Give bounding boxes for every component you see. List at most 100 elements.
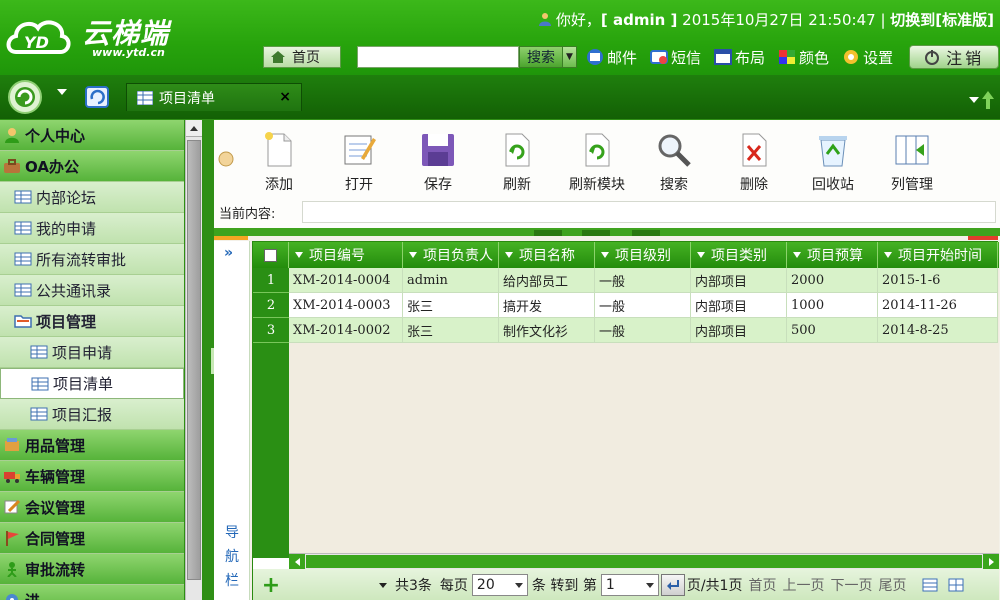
column-header-1[interactable]: 项目负责人	[403, 242, 499, 268]
sort-menu-icon[interactable]	[697, 252, 705, 258]
add-label: 添加	[265, 177, 293, 193]
color-menu-item[interactable]: 颜色	[777, 47, 829, 68]
layout-menu-item[interactable]: 布局	[713, 47, 765, 68]
sidebar-item-8[interactable]: 项目清单	[0, 368, 184, 399]
scroll-thumb[interactable]	[187, 140, 201, 580]
switch-version-link[interactable]: 切换到[标准版]	[890, 11, 994, 29]
box-icon	[3, 437, 21, 453]
refresh-page-icon[interactable]	[84, 85, 110, 109]
column-header-2[interactable]: 项目名称	[499, 242, 595, 268]
toggle-grip[interactable]	[632, 230, 660, 236]
sidebar-item-10[interactable]: 用品管理	[0, 430, 184, 461]
collapse-grip[interactable]	[534, 230, 562, 236]
sort-menu-icon[interactable]	[884, 252, 892, 258]
horizontal-scrollbar[interactable]	[289, 553, 999, 570]
sidebar-item-0[interactable]: 个人中心	[0, 120, 184, 151]
open-button[interactable]: 打开	[324, 132, 394, 194]
scroll-left-button[interactable]	[289, 554, 305, 570]
row-number: 3	[253, 318, 289, 343]
refresh-module-button[interactable]: 刷新模块	[562, 132, 632, 194]
first-page-link[interactable]: 首页	[748, 575, 776, 595]
sidebar-item-label: OA办公	[25, 157, 79, 176]
globe-dropdown-arrow[interactable]	[57, 89, 67, 95]
table-cell: 内部项目	[691, 268, 787, 293]
column-header-5[interactable]: 项目预算	[787, 242, 878, 268]
sidebar-item-3[interactable]: 我的申请	[0, 213, 184, 244]
expand-nav-button[interactable]: »	[224, 245, 233, 261]
sidebar-item-14[interactable]: 审批流转	[0, 554, 184, 585]
sidebar-item-label: 我的申请	[36, 219, 97, 238]
home-button[interactable]: 首页	[263, 46, 341, 68]
floppy-disk-icon	[422, 134, 454, 166]
table-cell: admin	[403, 268, 499, 293]
grid-view-icon[interactable]	[948, 578, 964, 592]
sidebar-item-7[interactable]: 项目申请	[0, 337, 184, 368]
logout-button[interactable]: 注销	[909, 45, 1000, 69]
current-content-field[interactable]	[302, 201, 996, 223]
sidebar-item-4[interactable]: 所有流转审批	[0, 244, 184, 275]
select-all-cell[interactable]	[253, 242, 289, 268]
sidebar-item-2[interactable]: 内部论坛	[0, 182, 184, 213]
sidebar-item-label: 公共通讯录	[36, 281, 112, 300]
table-row[interactable]: 1 XM-2014-0004 admin 给内部员工 一般 内部项目 2000 2015-1-…	[253, 268, 999, 293]
sidebar-item-9[interactable]: 项目汇报	[0, 399, 184, 430]
sms-menu-item[interactable]: 短信	[649, 47, 701, 68]
go-page-button[interactable]	[660, 574, 685, 596]
sort-menu-icon[interactable]	[793, 252, 801, 258]
search-tool-button[interactable]: 搜索	[639, 132, 709, 194]
nav-column-label: 导航栏	[225, 525, 239, 589]
collapse-up-icon[interactable]	[982, 91, 994, 109]
search-input[interactable]	[357, 46, 519, 68]
pager-menu-dropdown[interactable]	[379, 582, 387, 588]
globe-menu-icon[interactable]	[5, 79, 45, 115]
sidebar-item-6[interactable]: 项目管理	[0, 306, 184, 337]
delete-button[interactable]: 删除	[719, 132, 789, 194]
mail-menu-item[interactable]: 邮件	[585, 47, 637, 68]
column-manage-button[interactable]: 列管理	[877, 132, 947, 194]
recycle-bin-button[interactable]: 回收站	[798, 132, 868, 194]
page-select[interactable]: 1	[600, 574, 659, 596]
table-row[interactable]: 2 XM-2014-0003 张三 搞开发 一般 内部项目 1000 2014-11-26	[253, 293, 999, 318]
column-header-3[interactable]: 项目级别	[595, 242, 691, 268]
grid-icon	[14, 220, 32, 236]
sidebar-item-15[interactable]: 进	[0, 585, 184, 600]
expand-grip[interactable]	[582, 230, 610, 236]
goto-label: 条 转到 第	[531, 578, 597, 594]
add-button[interactable]: 添加	[244, 132, 314, 194]
search-button[interactable]: 搜索	[519, 46, 563, 68]
column-header-0[interactable]: 项目编号	[289, 242, 403, 268]
per-page-select[interactable]: 20	[471, 574, 528, 596]
search-dropdown-toggle[interactable]: ▼	[563, 46, 577, 68]
horizontal-scroll-thumb[interactable]	[306, 555, 982, 568]
sidebar-item-label: 用品管理	[25, 436, 86, 455]
list-view-icon[interactable]	[922, 578, 938, 592]
sidebar-item-12[interactable]: 会议管理	[0, 492, 184, 523]
sort-menu-icon[interactable]	[601, 252, 609, 258]
column-header-4[interactable]: 项目类别	[691, 242, 787, 268]
last-page-link[interactable]: 尾页	[878, 575, 906, 595]
save-button[interactable]: 保存	[403, 132, 473, 194]
scroll-right-button[interactable]	[983, 554, 999, 570]
tab-project-list[interactable]: 项目清单 ×	[126, 83, 302, 111]
settings-menu-item[interactable]: 设置	[841, 47, 893, 68]
sidebar-item-11[interactable]: 车辆管理	[0, 461, 184, 492]
sidebar-scrollbar[interactable]	[185, 120, 202, 600]
sort-menu-icon[interactable]	[409, 252, 417, 258]
column-header-label: 项目名称	[519, 248, 575, 264]
sidebar-item-5[interactable]: 公共通讯录	[0, 275, 184, 306]
refresh-button[interactable]: 刷新	[482, 132, 552, 194]
add-row-button[interactable]: +	[253, 573, 289, 598]
next-page-link[interactable]: 下一页	[830, 575, 872, 595]
tab-close-button[interactable]: ×	[279, 89, 291, 105]
table-row[interactable]: 3 XM-2014-0002 张三 制作文化衫 一般 内部项目 500 2014-8-25	[253, 318, 999, 343]
prev-page-link[interactable]: 上一页	[782, 575, 824, 595]
sort-menu-icon[interactable]	[295, 252, 303, 258]
scroll-up-button[interactable]	[186, 120, 202, 137]
select-all-checkbox[interactable]	[264, 248, 277, 262]
sidebar-item-13[interactable]: 合同管理	[0, 523, 184, 554]
sort-menu-icon[interactable]	[505, 252, 513, 258]
sidebar-item-1[interactable]: OA办公	[0, 151, 184, 182]
tab-list-dropdown[interactable]	[969, 97, 979, 103]
column-header-6[interactable]: 项目开始时间	[878, 242, 998, 268]
tab-label: 项目清单	[159, 90, 215, 107]
